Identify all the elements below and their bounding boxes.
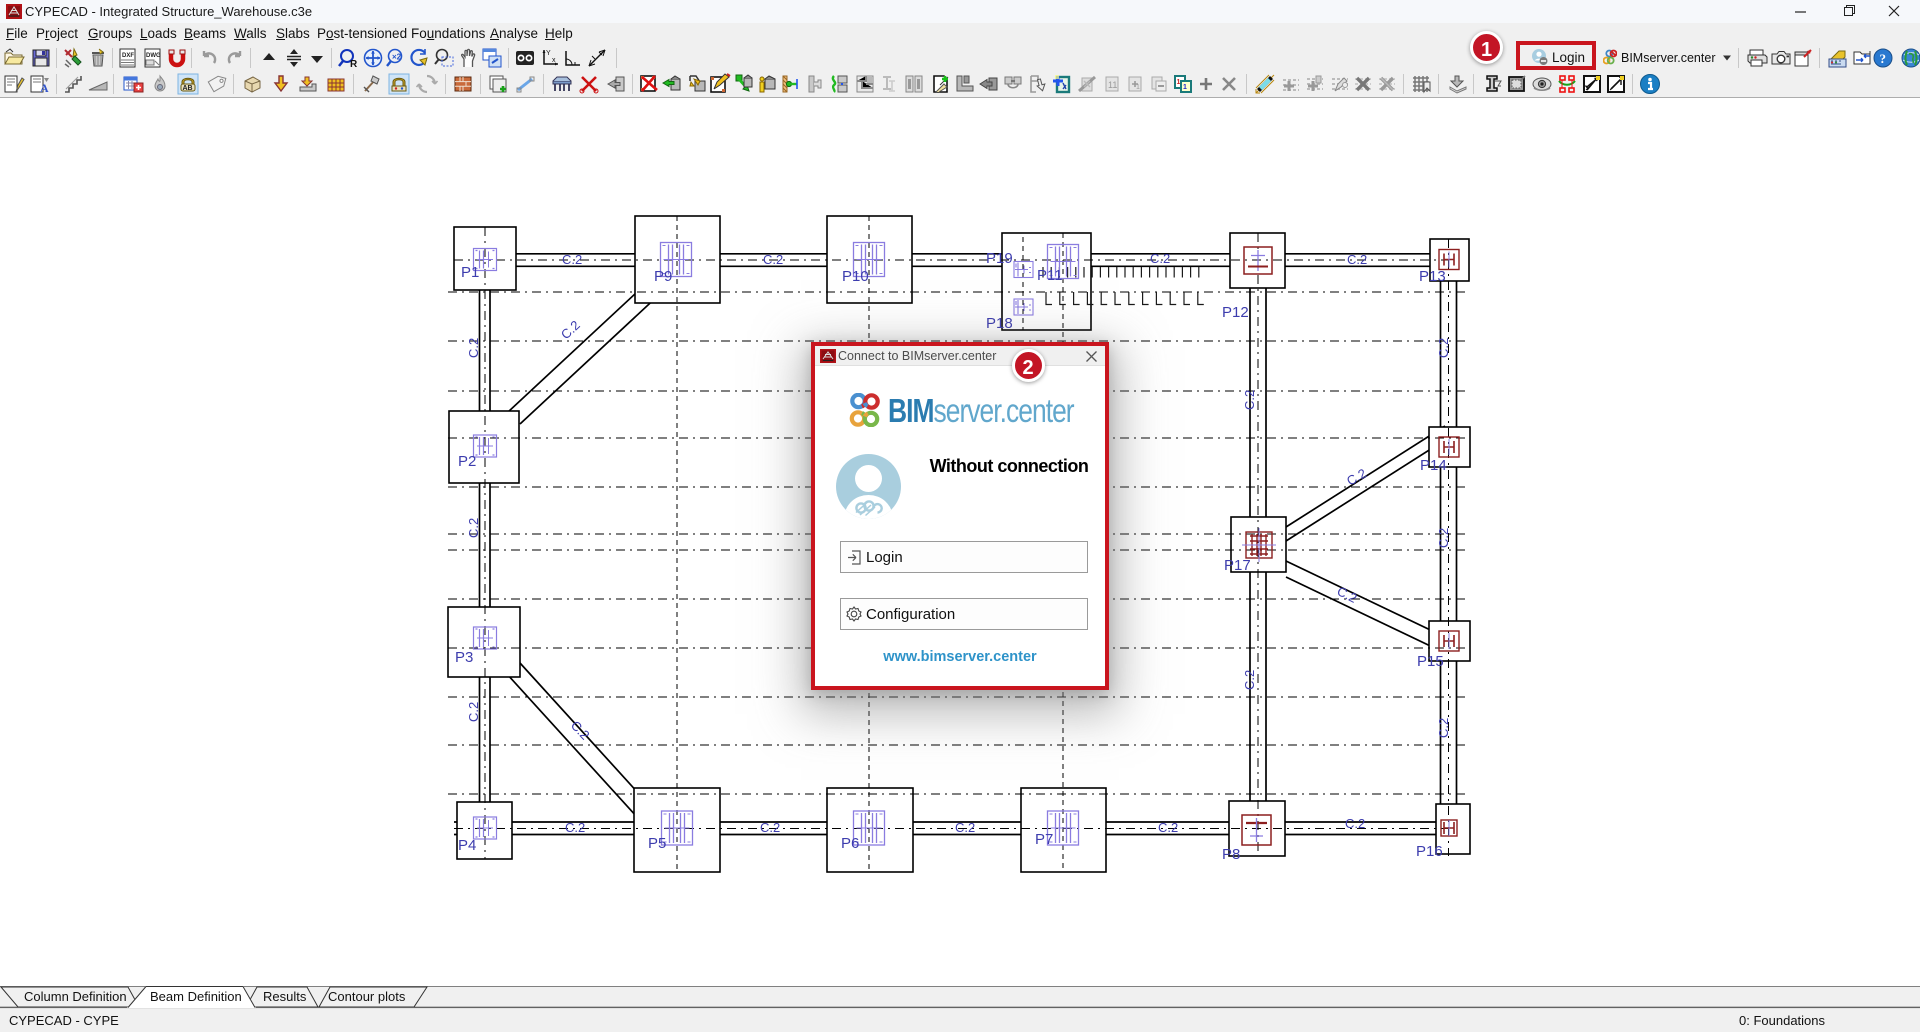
svg-text:P11: P11	[1037, 267, 1063, 284]
svg-text:C.2: C.2	[763, 252, 783, 267]
svg-text:P7: P7	[1035, 831, 1053, 848]
svg-text:C.2: C.2	[466, 518, 481, 538]
svg-text:Column Definition: Column Definition	[24, 989, 127, 1004]
svg-text:C.2: C.2	[466, 338, 481, 358]
svg-text:C.2: C.2	[1150, 251, 1170, 266]
svg-text:C.2: C.2	[1436, 528, 1451, 548]
svg-text:P16: P16	[1416, 843, 1443, 860]
svg-text:C.2: C.2	[1347, 252, 1367, 267]
svg-text:P19: P19	[986, 250, 1013, 267]
svg-text:C.2: C.2	[1436, 718, 1451, 738]
svg-text:C.2: C.2	[565, 820, 585, 835]
svg-text:Results: Results	[263, 989, 307, 1004]
svg-text:C.2: C.2	[955, 820, 975, 835]
svg-text:C.2: C.2	[466, 702, 481, 722]
svg-text:C.2: C.2	[760, 820, 780, 835]
svg-text:C.2: C.2	[562, 252, 582, 267]
svg-text:P12: P12	[1222, 304, 1249, 321]
svg-text:P6: P6	[841, 835, 859, 852]
svg-text:C.2: C.2	[558, 317, 583, 342]
svg-text:C.2: C.2	[1242, 390, 1257, 410]
svg-text:P8: P8	[1222, 846, 1240, 863]
svg-text:C.2: C.2	[1436, 338, 1451, 358]
svg-text:P15: P15	[1417, 653, 1444, 670]
svg-text:P18: P18	[986, 315, 1013, 332]
svg-text:P2: P2	[458, 453, 476, 470]
svg-text:P14: P14	[1420, 457, 1447, 474]
svg-text:C.2: C.2	[1344, 465, 1369, 488]
svg-text:P4: P4	[458, 837, 476, 854]
svg-text:P9: P9	[654, 268, 672, 285]
svg-text:P10: P10	[842, 268, 869, 285]
svg-text:Beam Definition: Beam Definition	[150, 989, 242, 1004]
svg-text:P1: P1	[461, 264, 479, 281]
svg-text:C.2: C.2	[1242, 670, 1257, 690]
svg-text:C.2: C.2	[1345, 816, 1365, 831]
svg-text:P17: P17	[1224, 557, 1251, 574]
svg-text:P3: P3	[455, 649, 473, 666]
svg-text:Contour plots: Contour plots	[328, 989, 406, 1004]
svg-text:C.2: C.2	[1158, 820, 1178, 835]
svg-text:P13: P13	[1419, 268, 1446, 285]
svg-text:P5: P5	[648, 835, 666, 852]
